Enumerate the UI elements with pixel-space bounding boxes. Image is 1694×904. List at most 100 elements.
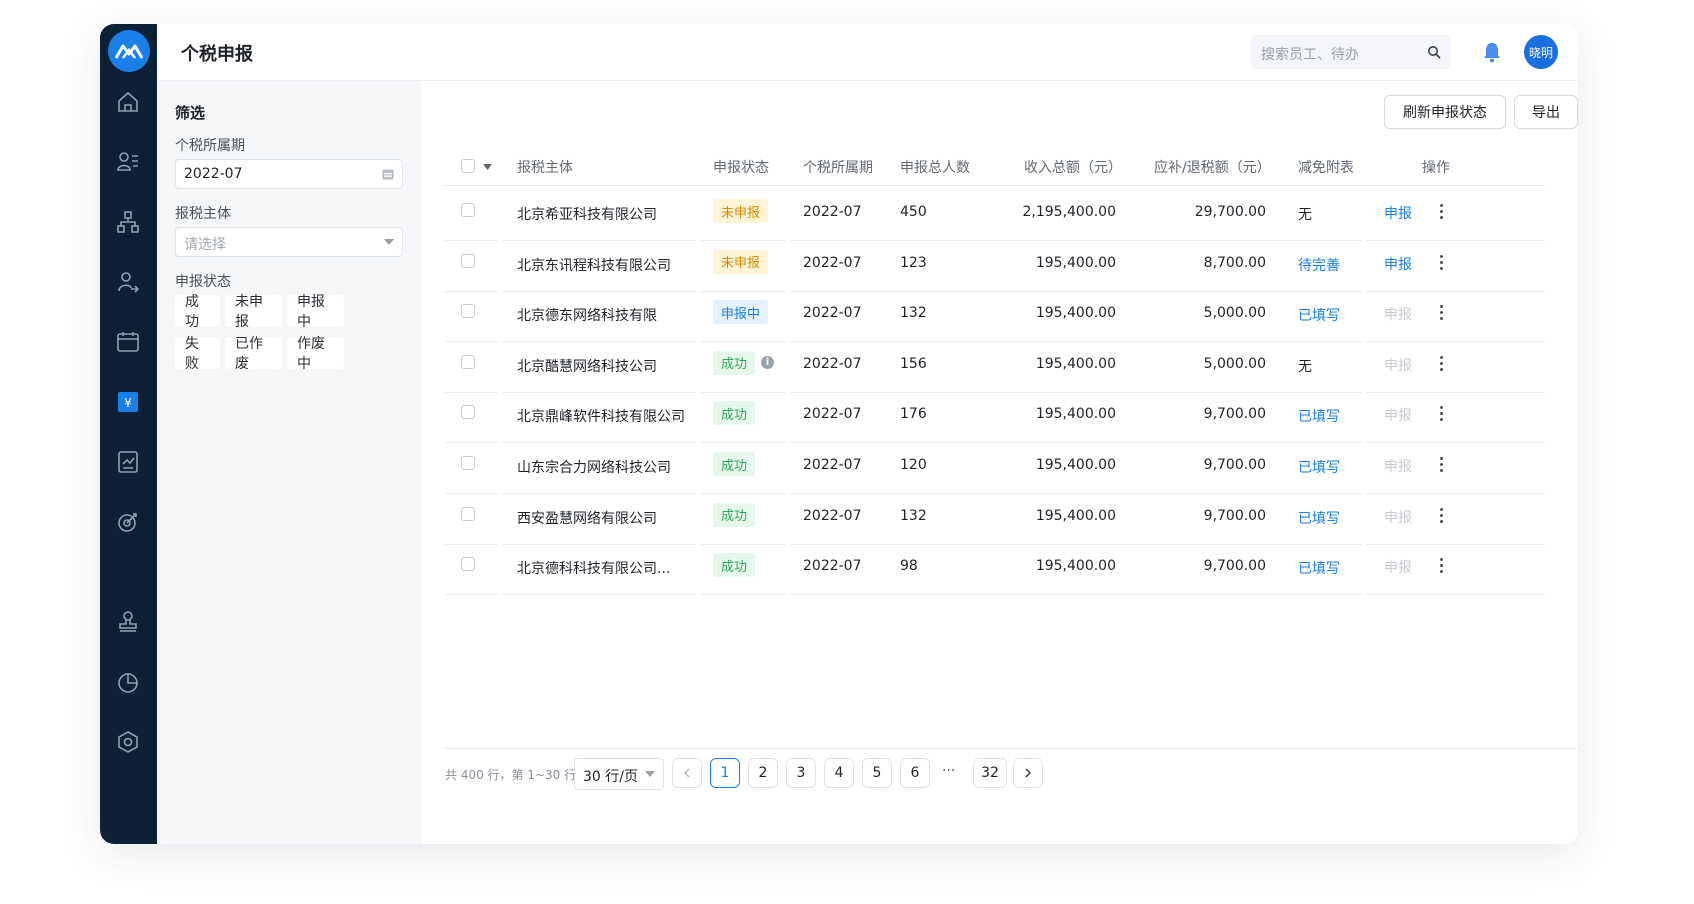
export-button[interactable]: 导出: [1514, 95, 1578, 129]
avatar[interactable]: 晓明: [1524, 35, 1558, 69]
cell-tax: 9,700.00: [1203, 457, 1266, 473]
more-actions-icon[interactable]: [1440, 204, 1444, 222]
entity-label: 报税主体: [175, 206, 231, 222]
status-label: 申报状态: [175, 274, 231, 290]
status-chip-failed[interactable]: 失败: [175, 336, 220, 372]
cell-attachment[interactable]: 已填写: [1298, 508, 1340, 528]
cell-attachment[interactable]: 已填写: [1298, 406, 1340, 426]
more-actions-icon[interactable]: [1440, 355, 1444, 374]
status-chip-filing[interactable]: 申报中: [287, 294, 344, 330]
prev-page-button[interactable]: [672, 758, 702, 788]
select-all-checkbox[interactable]: [461, 159, 475, 173]
header-count: 申报总人数: [900, 160, 970, 176]
cell-income: 195,400.00: [1035, 507, 1116, 524]
table-row[interactable]: 北京鼎峰软件科技有限公司 成功 2022-07 176 195,400.00 9,700.…: [445, 388, 1545, 444]
chart-icon[interactable]: [114, 668, 142, 696]
search-placeholder: 搜索员工、待办: [1261, 47, 1359, 63]
table-row[interactable]: 山东宗合力网络科技公司 成功 2022-07 120 195,400.00 9,700.0…: [445, 439, 1545, 494]
table-row[interactable]: 北京酷慧网络科技公司 成功 i 2022-07 156 195,400.00 5,000.0…: [445, 338, 1545, 393]
cell-income: 195,400.00: [1035, 457, 1116, 473]
page-button-1[interactable]: 1: [710, 758, 740, 788]
search-icon[interactable]: [1427, 45, 1441, 59]
status-badge: 成功: [713, 553, 756, 578]
more-actions-icon[interactable]: [1440, 507, 1444, 526]
status-chip-voiding[interactable]: 作废中: [287, 336, 344, 372]
target-icon[interactable]: [114, 508, 142, 536]
cell-entity: 北京酷慧网络科技公司: [517, 358, 657, 375]
file-tax-button[interactable]: 申报: [1384, 203, 1412, 223]
row-checkbox[interactable]: [461, 304, 475, 319]
file-tax-button[interactable]: 申报: [1384, 254, 1412, 274]
more-actions-icon[interactable]: [1440, 305, 1444, 323]
status-chip-voided[interactable]: 已作废: [225, 336, 282, 372]
brand-logo-icon[interactable]: [108, 30, 150, 72]
status-chip-unfiled[interactable]: 未申报: [225, 294, 282, 330]
page-button-last[interactable]: 32: [973, 758, 1007, 788]
more-actions-icon[interactable]: [1440, 558, 1444, 576]
cell-income: 195,400.00: [1035, 254, 1116, 271]
refresh-status-button[interactable]: 刷新申报状态: [1384, 95, 1506, 129]
cell-income: 195,400.00: [1035, 558, 1116, 575]
status-badge: 未申报: [713, 199, 769, 223]
status-chip-success[interactable]: 成功: [175, 294, 220, 330]
entity-select[interactable]: 请选择: [175, 227, 403, 257]
cell-attachment[interactable]: 已填写: [1298, 558, 1340, 578]
icon-rail: ¥: [100, 24, 157, 844]
table-row[interactable]: 北京东讯程科技有限公司 未申报 2022-07 123 195,400.00 8,700.…: [445, 237, 1545, 292]
header-action: 操作: [1422, 160, 1450, 176]
cell-attachment: 无: [1298, 207, 1312, 223]
table-row[interactable]: 北京德东网络科技有限 申报中 2022-07 132 195,400.00 5,000.0…: [445, 287, 1545, 343]
person-icon[interactable]: [114, 268, 142, 296]
cell-period: 2022-07: [803, 558, 862, 575]
row-checkbox[interactable]: [461, 253, 475, 268]
row-checkbox[interactable]: [461, 456, 475, 470]
entity-placeholder: 请选择: [184, 237, 226, 253]
org-icon[interactable]: [114, 208, 142, 236]
bell-icon[interactable]: [1481, 40, 1503, 64]
search-input[interactable]: 搜索员工、待办: [1251, 35, 1451, 69]
page-button-6[interactable]: 6: [900, 758, 930, 788]
tax-icon[interactable]: ¥: [114, 388, 142, 416]
next-page-button[interactable]: [1013, 758, 1043, 788]
period-field[interactable]: 2022-07: [175, 159, 403, 189]
cell-attachment[interactable]: 已填写: [1298, 457, 1340, 477]
page-button-2[interactable]: 2: [748, 758, 778, 788]
settings-icon[interactable]: [114, 728, 142, 756]
file-tax-button: 申报: [1384, 459, 1412, 475]
employees-icon[interactable]: [114, 148, 142, 176]
home-icon[interactable]: [114, 88, 142, 116]
select-dropdown-icon[interactable]: [483, 164, 492, 170]
cell-period: 2022-07: [803, 204, 862, 220]
row-checkbox[interactable]: [461, 354, 475, 369]
cell-attachment[interactable]: 已填写: [1298, 305, 1340, 325]
table-row[interactable]: 西安盈慧网络有限公司 成功 2022-07 132 195,400.00 9,700.00…: [445, 490, 1545, 545]
table-row[interactable]: 北京希亚科技有限公司 未申报 2022-07 450 2,195,400.00 29,70…: [445, 186, 1545, 241]
table-row[interactable]: 北京德科科技有限公司... 成功 2022-07 98 195,400.00 9,700.…: [445, 540, 1545, 596]
more-actions-icon[interactable]: [1440, 457, 1444, 475]
page-button-5[interactable]: 5: [862, 758, 892, 788]
report-icon[interactable]: [114, 448, 142, 476]
row-checkbox[interactable]: [461, 405, 475, 420]
info-icon[interactable]: i: [761, 355, 774, 369]
cell-count: 132: [900, 507, 927, 524]
stamp-icon[interactable]: [114, 608, 142, 636]
row-checkbox[interactable]: [461, 506, 475, 521]
page-button-3[interactable]: 3: [786, 758, 816, 788]
more-actions-icon[interactable]: [1440, 254, 1444, 273]
cell-period: 2022-07: [803, 457, 862, 473]
page-button-4[interactable]: 4: [824, 758, 854, 788]
chevron-right-icon: [1025, 768, 1031, 778]
page-ellipsis[interactable]: ···: [942, 763, 955, 779]
row-checkbox[interactable]: [461, 557, 475, 572]
page-size-select[interactable]: 30 行/页: [574, 758, 664, 790]
period-value: 2022-07: [184, 166, 243, 182]
cell-income: 195,400.00: [1035, 355, 1116, 372]
calendar-icon[interactable]: [114, 328, 142, 356]
cell-tax: 29,700.00: [1194, 204, 1266, 220]
row-checkbox[interactable]: [461, 203, 475, 217]
more-actions-icon[interactable]: [1440, 406, 1444, 424]
cell-attachment[interactable]: 待完善: [1298, 255, 1340, 275]
filter-panel: 筛选 个税所属期 2022-07 报税主体 请选择 申报状态 成功 未申报 申报…: [157, 81, 421, 844]
status-badge: 成功: [713, 350, 756, 375]
cell-tax: 8,700.00: [1203, 254, 1266, 271]
